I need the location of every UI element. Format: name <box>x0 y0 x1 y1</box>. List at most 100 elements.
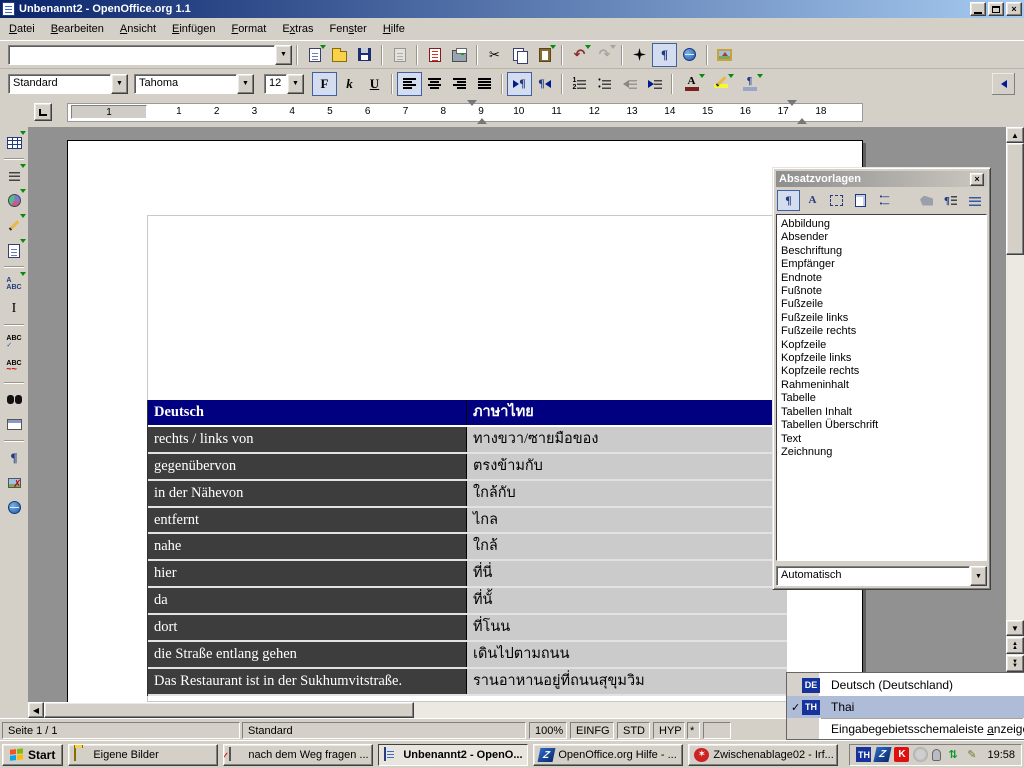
table-column-marker[interactable] <box>467 106 477 118</box>
style-list-item[interactable]: Fußnote <box>781 285 982 298</box>
font-color-button[interactable]: A <box>677 72 706 96</box>
new-style-from-selection-button[interactable]: ¶ <box>939 190 962 211</box>
vertical-scrollbar[interactable]: ▲ ▼ ▲▲ ▼▼ <box>1006 127 1024 702</box>
fill-format-mode-button[interactable] <box>915 190 938 211</box>
cut-button[interactable]: ✂ <box>482 43 507 67</box>
style-list[interactable]: AbbildungAbsenderBeschriftungEmpfängerEn… <box>776 214 987 561</box>
menu-item[interactable]: Format <box>223 19 274 39</box>
task-button-unbenannt2[interactable]: Unbenannt2 - OpenO... <box>378 744 528 766</box>
restore-button[interactable] <box>988 2 1004 16</box>
style-list-item[interactable]: Zeichnung <box>781 446 982 459</box>
auto-spellcheck-button[interactable]: ABC~~ <box>2 354 26 379</box>
style-list-item[interactable]: Kopfzeile rechts <box>781 365 982 378</box>
paragraph-styles-button[interactable]: ¶ <box>777 190 800 211</box>
undo-button[interactable]: ↶ <box>567 43 592 67</box>
table-header-thai[interactable]: ภาษาไทย <box>467 400 787 425</box>
table-cell-thai[interactable]: ทางขวา/ซายมือของ <box>467 427 787 452</box>
paragraph-style-combobox[interactable]: Standard ▼ <box>8 74 128 94</box>
italic-button[interactable]: k <box>337 72 362 96</box>
gallery-button[interactable] <box>712 43 737 67</box>
style-list-item[interactable]: Fußzeile links <box>781 312 982 325</box>
table-cell-german[interactable]: in der Nähevon <box>148 481 467 506</box>
mouse-icon[interactable] <box>932 749 941 761</box>
table-cell-thai[interactable]: ตรงข้ามกับ <box>467 454 787 479</box>
style-filter-field[interactable]: Automatisch <box>776 566 970 586</box>
next-page-button[interactable]: ▼▼ <box>1006 655 1024 672</box>
font-name-combobox[interactable]: Tahoma ▼ <box>134 74 254 94</box>
new-document-button[interactable] <box>302 43 327 67</box>
scroll-down-button[interactable]: ▼ <box>1006 620 1024 636</box>
show-input-locale-bar-item[interactable]: Eingabegebietsschemaleiste anzeigen <box>787 718 1024 740</box>
thai-keyboard-indicator[interactable]: TH <box>856 747 871 762</box>
antivir-icon[interactable]: K <box>894 747 909 762</box>
table-cell-german[interactable]: Das Restaurant ist in der Sukhumvitstraß… <box>148 669 467 694</box>
underline-button[interactable]: U <box>362 72 387 96</box>
scroll-left-button[interactable]: ◀ <box>28 702 44 718</box>
style-list-item[interactable]: Empfänger <box>781 258 982 271</box>
table-cell-thai[interactable]: ไกล <box>467 508 787 533</box>
stylist-title-bar[interactable]: Absatzvorlagen × <box>776 171 987 187</box>
bullet-list-button[interactable]: •• <box>592 72 617 96</box>
table-cell-german[interactable]: hier <box>148 561 467 586</box>
style-list-item[interactable]: Absender <box>781 231 982 244</box>
style-list-item[interactable]: Kopfzeile <box>781 339 982 352</box>
style-list-item[interactable]: Kopfzeile links <box>781 352 982 365</box>
highlighting-button[interactable] <box>706 72 735 96</box>
increase-indent-button[interactable] <box>642 72 667 96</box>
paragraph-style-field[interactable]: Standard <box>8 74 111 94</box>
navigator-button[interactable] <box>627 43 652 67</box>
scroll-up-button[interactable]: ▲ <box>1006 127 1024 143</box>
volume-icon[interactable] <box>913 747 928 762</box>
style-list-item[interactable]: Abbildung <box>781 218 982 231</box>
justify-button[interactable] <box>472 72 497 96</box>
language-item-german[interactable]: DE Deutsch (Deutschland) <box>787 674 1024 696</box>
language-item-thai[interactable]: ✓ TH Thai <box>787 696 1024 718</box>
openoffice-quickstart-icon[interactable]: Z <box>874 747 892 762</box>
left-to-right-button[interactable]: ¶ <box>507 72 532 96</box>
table-cell-german[interactable]: da <box>148 588 467 613</box>
save-button[interactable] <box>352 43 377 67</box>
character-styles-button[interactable]: A <box>801 190 824 211</box>
table-cell-thai[interactable]: ที่นั้ <box>467 588 787 613</box>
status-selection-mode[interactable]: STD <box>617 722 650 739</box>
table-cell-german[interactable]: entfernt <box>148 508 467 533</box>
stylist-button[interactable]: ¶ <box>652 43 677 67</box>
page-styles-button[interactable] <box>849 190 872 211</box>
table-cell-german[interactable]: gegenübervon <box>148 454 467 479</box>
menu-item[interactable]: Extras <box>274 19 321 39</box>
style-list-item[interactable]: Fußzeile <box>781 298 982 311</box>
task-button-weg-fragen[interactable]: ✓ nach dem Weg fragen ... <box>223 744 373 766</box>
font-size-field[interactable]: 12 <box>264 74 287 94</box>
style-filter-dropdown-button[interactable]: ▼ <box>970 566 987 586</box>
data-sources-button[interactable] <box>2 412 26 437</box>
table-cell-thai[interactable]: ใกล้กับ <box>467 481 787 506</box>
numbering-styles-button[interactable]: •—•— <box>873 190 896 211</box>
insert-table-button[interactable] <box>2 130 26 155</box>
menu-item[interactable]: Fenster <box>322 19 375 39</box>
writer-app-icon[interactable] <box>2 2 15 16</box>
style-filter-combobox[interactable]: Automatisch ▼ <box>776 566 987 586</box>
stylist-close-button[interactable]: × <box>970 173 984 186</box>
updater-icon[interactable]: ⇅ <box>945 747 960 762</box>
hyperlink-button[interactable] <box>677 43 702 67</box>
font-size-combobox[interactable]: 12 ▼ <box>264 74 304 94</box>
export-pdf-button[interactable] <box>422 43 447 67</box>
style-list-item[interactable]: Fußzeile rechts <box>781 325 982 338</box>
table-cell-german[interactable]: rechts / links von <box>148 427 467 452</box>
table-cell-thai[interactable]: ที่นี่ <box>467 561 787 586</box>
tab-type-selector[interactable] <box>34 103 52 121</box>
nonprinting-characters-button[interactable]: ¶ <box>2 445 26 470</box>
table-cell-thai[interactable]: เดินไปตามถนน <box>467 642 787 667</box>
status-hyperlink-mode[interactable]: HYP <box>653 722 685 739</box>
insert-section-button[interactable] <box>2 163 26 188</box>
style-list-item[interactable]: Tabellen Inhalt <box>781 406 982 419</box>
redo-button[interactable]: ↷ <box>592 43 617 67</box>
frame-styles-button[interactable] <box>825 190 848 211</box>
numbered-list-button[interactable]: 12 <box>567 72 592 96</box>
table-cell-german[interactable]: nahe <box>148 534 467 559</box>
menu-item[interactable]: Datei <box>1 19 43 39</box>
task-button-eigene-bilder[interactable]: Eigene Bilder <box>68 744 218 766</box>
menu-item[interactable]: Einfügen <box>164 19 223 39</box>
draw-functions-button[interactable] <box>2 213 26 238</box>
table-cell-thai[interactable]: ใกล้ <box>467 534 787 559</box>
